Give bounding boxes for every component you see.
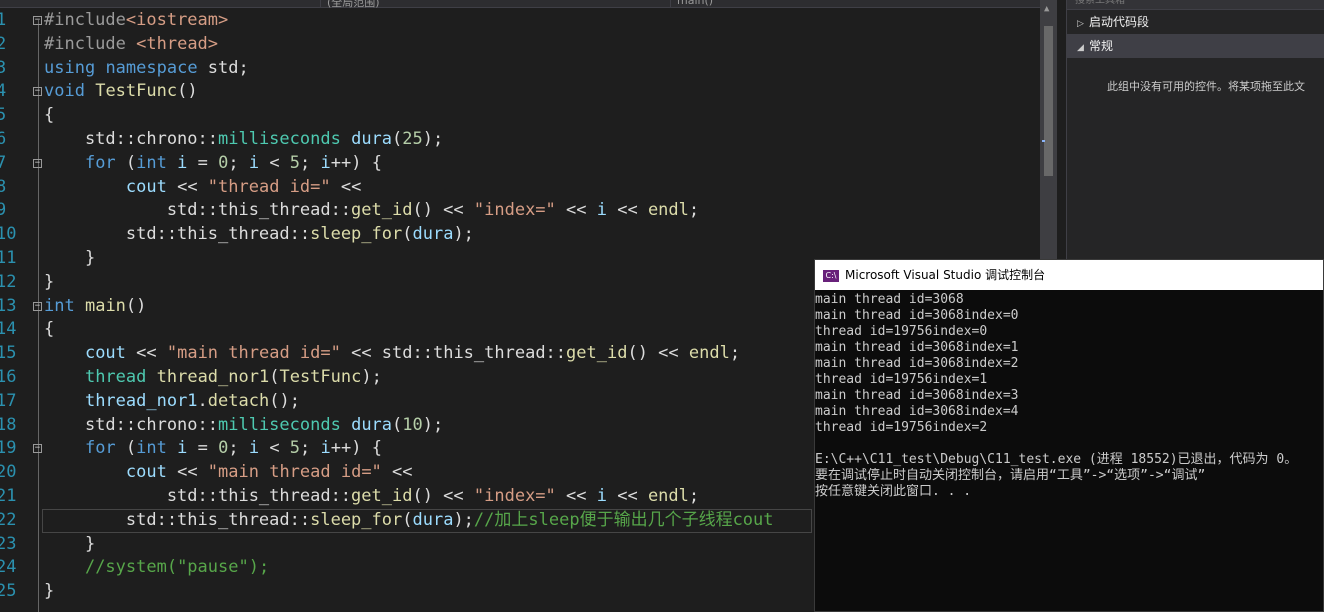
line-number: 24 xyxy=(0,557,17,578)
code-text: void TestFunc() xyxy=(44,81,198,102)
code-text: { xyxy=(44,105,55,126)
console-line: 按任意键关闭此窗口. . . xyxy=(815,484,972,499)
console-line: 要在调试停止时自动关闭控制台，请启用“工具”->“选项”->“调试” xyxy=(815,468,1206,483)
fold-toggle-icon[interactable]: − xyxy=(33,301,42,311)
code-line[interactable]: 5{ xyxy=(0,104,1040,128)
console-line: thread id=19756index=1 xyxy=(815,372,988,387)
fold-toggle-icon[interactable]: − xyxy=(33,444,42,454)
code-line[interactable]: 9 std::this_thread::get_id() << "index="… xyxy=(0,199,1040,223)
code-text: #include <thread> xyxy=(44,33,219,54)
console-line: main thread id=3068index=1 xyxy=(815,340,1019,355)
console-line: E:\C++\C11_test\Debug\C11_test.exe (进程 1… xyxy=(815,452,1298,467)
vs-console-icon: C:\ xyxy=(823,269,839,282)
scrollbar-thumb[interactable] xyxy=(1044,26,1053,176)
code-text: for (int i = 0; i < 5; i++) { xyxy=(84,152,382,173)
group-label: 启动代码段 xyxy=(1089,15,1150,29)
code-text: { xyxy=(44,319,55,340)
line-number: 25 xyxy=(0,581,17,602)
line-number: 4 xyxy=(0,81,7,102)
console-line: main thread id=3068index=4 xyxy=(815,404,1019,419)
line-number: 21 xyxy=(0,485,17,506)
navigation-bar: (全局范围) main() xyxy=(0,0,1040,9)
fold-toggle-icon[interactable]: − xyxy=(33,16,42,25)
code-text: thread thread_nor1(TestFunc); xyxy=(84,366,382,387)
line-number: 14 xyxy=(0,319,17,340)
empty-group-message: 此组中没有可用的控件。将某项拖至此文 xyxy=(1107,80,1305,93)
line-number: 12 xyxy=(0,271,17,292)
group-label: 常规 xyxy=(1089,39,1114,53)
line-number: 16 xyxy=(0,366,17,387)
scope-dropdown[interactable]: (全局范围) xyxy=(320,0,380,9)
code-line[interactable]: 1 − #include<iostream> xyxy=(0,9,1040,33)
code-text: cout << "main thread id=" << xyxy=(125,462,413,483)
line-number: 3 xyxy=(0,57,7,78)
collapse-arrow-icon[interactable]: ◢ xyxy=(1077,36,1089,60)
line-number: 6 xyxy=(0,128,7,149)
code-text: //system("pause"); xyxy=(84,557,270,578)
code-text: std::this_thread::get_id() << "index=" <… xyxy=(44,485,700,506)
expand-arrow-icon[interactable]: ▷ xyxy=(1077,12,1089,36)
code-line[interactable]: 10 std::this_thread::sleep_for(dura); xyxy=(0,223,1040,247)
console-title: Microsoft Visual Studio 调试控制台 xyxy=(845,268,1046,282)
scrollbar-marker xyxy=(1042,140,1045,142)
code-text: thread_nor1.detach(); xyxy=(84,390,300,411)
line-number: 18 xyxy=(0,414,17,435)
code-line[interactable]: 3 using namespace std; xyxy=(0,57,1040,81)
toolbox-group-snippets[interactable]: ▷ 启动代码段 xyxy=(1067,10,1324,34)
code-text: using namespace std; xyxy=(44,57,249,78)
code-text: cout << "main thread id=" << std::this_t… xyxy=(84,343,741,364)
code-text: for (int i = 0; i < 5; i++) { xyxy=(84,438,382,459)
line-number: 15 xyxy=(0,343,17,364)
console-line: main thread id=3068index=2 xyxy=(815,356,1019,371)
code-line[interactable]: 6 std::chrono::milliseconds dura(25); xyxy=(0,128,1040,152)
line-number: 13 xyxy=(0,295,17,316)
console-line: main thread id=3068index=0 xyxy=(815,308,1019,323)
code-line[interactable]: 8 cout << "thread id=" << xyxy=(0,176,1040,200)
line-number: 8 xyxy=(0,176,7,197)
toolbox-group-general[interactable]: ◢ 常规 xyxy=(1067,34,1324,58)
code-text: std::this_thread::sleep_for(dura); xyxy=(44,224,474,245)
code-text: #include<iostream> xyxy=(44,10,229,30)
console-line: thread id=19756index=0 xyxy=(815,324,988,339)
line-number: 19 xyxy=(0,438,17,459)
member-dropdown[interactable]: main() xyxy=(670,0,713,8)
code-text: } xyxy=(44,271,55,292)
console-line: thread id=19756index=2 xyxy=(815,420,988,435)
line-number: 7 xyxy=(0,152,7,173)
code-text: cout << "thread id=" << xyxy=(125,176,362,197)
line-number: 10 xyxy=(0,224,17,245)
console-line: main thread id=3068 xyxy=(815,292,964,307)
code-text: std::chrono::milliseconds dura(10); xyxy=(44,414,444,435)
code-text: std::this_thread::get_id() << "index=" <… xyxy=(44,200,700,221)
code-text: int main() xyxy=(44,295,147,316)
fold-toggle-icon[interactable]: − xyxy=(33,87,42,97)
code-text: std::this_thread::sleep_for(dura);//加上sl… xyxy=(44,509,774,530)
console-line: main thread id=3068index=3 xyxy=(815,388,1019,403)
line-number: 11 xyxy=(0,247,17,268)
scroll-up-arrow-icon[interactable]: ▲ xyxy=(1044,4,1049,14)
code-line[interactable]: 4 − void TestFunc() xyxy=(0,80,1040,104)
line-number: 9 xyxy=(0,200,7,221)
code-text: std::chrono::milliseconds dura(25); xyxy=(44,128,444,149)
code-line[interactable]: 2 #include <thread> xyxy=(0,33,1040,57)
code-text: } xyxy=(44,247,96,268)
line-number: 2 xyxy=(0,33,7,54)
line-number: 23 xyxy=(0,533,17,554)
line-number: 20 xyxy=(0,462,17,483)
code-text: } xyxy=(44,533,96,554)
debug-console-window[interactable]: C:\ Microsoft Visual Studio 调试控制台 main th… xyxy=(814,259,1324,612)
code-text: } xyxy=(44,581,55,602)
line-number: 5 xyxy=(0,105,7,126)
line-number: 17 xyxy=(0,390,17,411)
console-titlebar[interactable]: C:\ Microsoft Visual Studio 调试控制台 xyxy=(815,260,1323,290)
toolbox-search-input[interactable]: 搜索工具箱 xyxy=(1067,0,1324,10)
line-number: 22 xyxy=(0,509,17,530)
code-line[interactable]: 7 − for (int i = 0; i < 5; i++) { xyxy=(0,152,1040,176)
fold-toggle-icon[interactable]: − xyxy=(33,158,42,168)
console-output: main thread id=3068 main thread id=3068in… xyxy=(815,290,1323,500)
line-number: 1 xyxy=(0,10,7,30)
